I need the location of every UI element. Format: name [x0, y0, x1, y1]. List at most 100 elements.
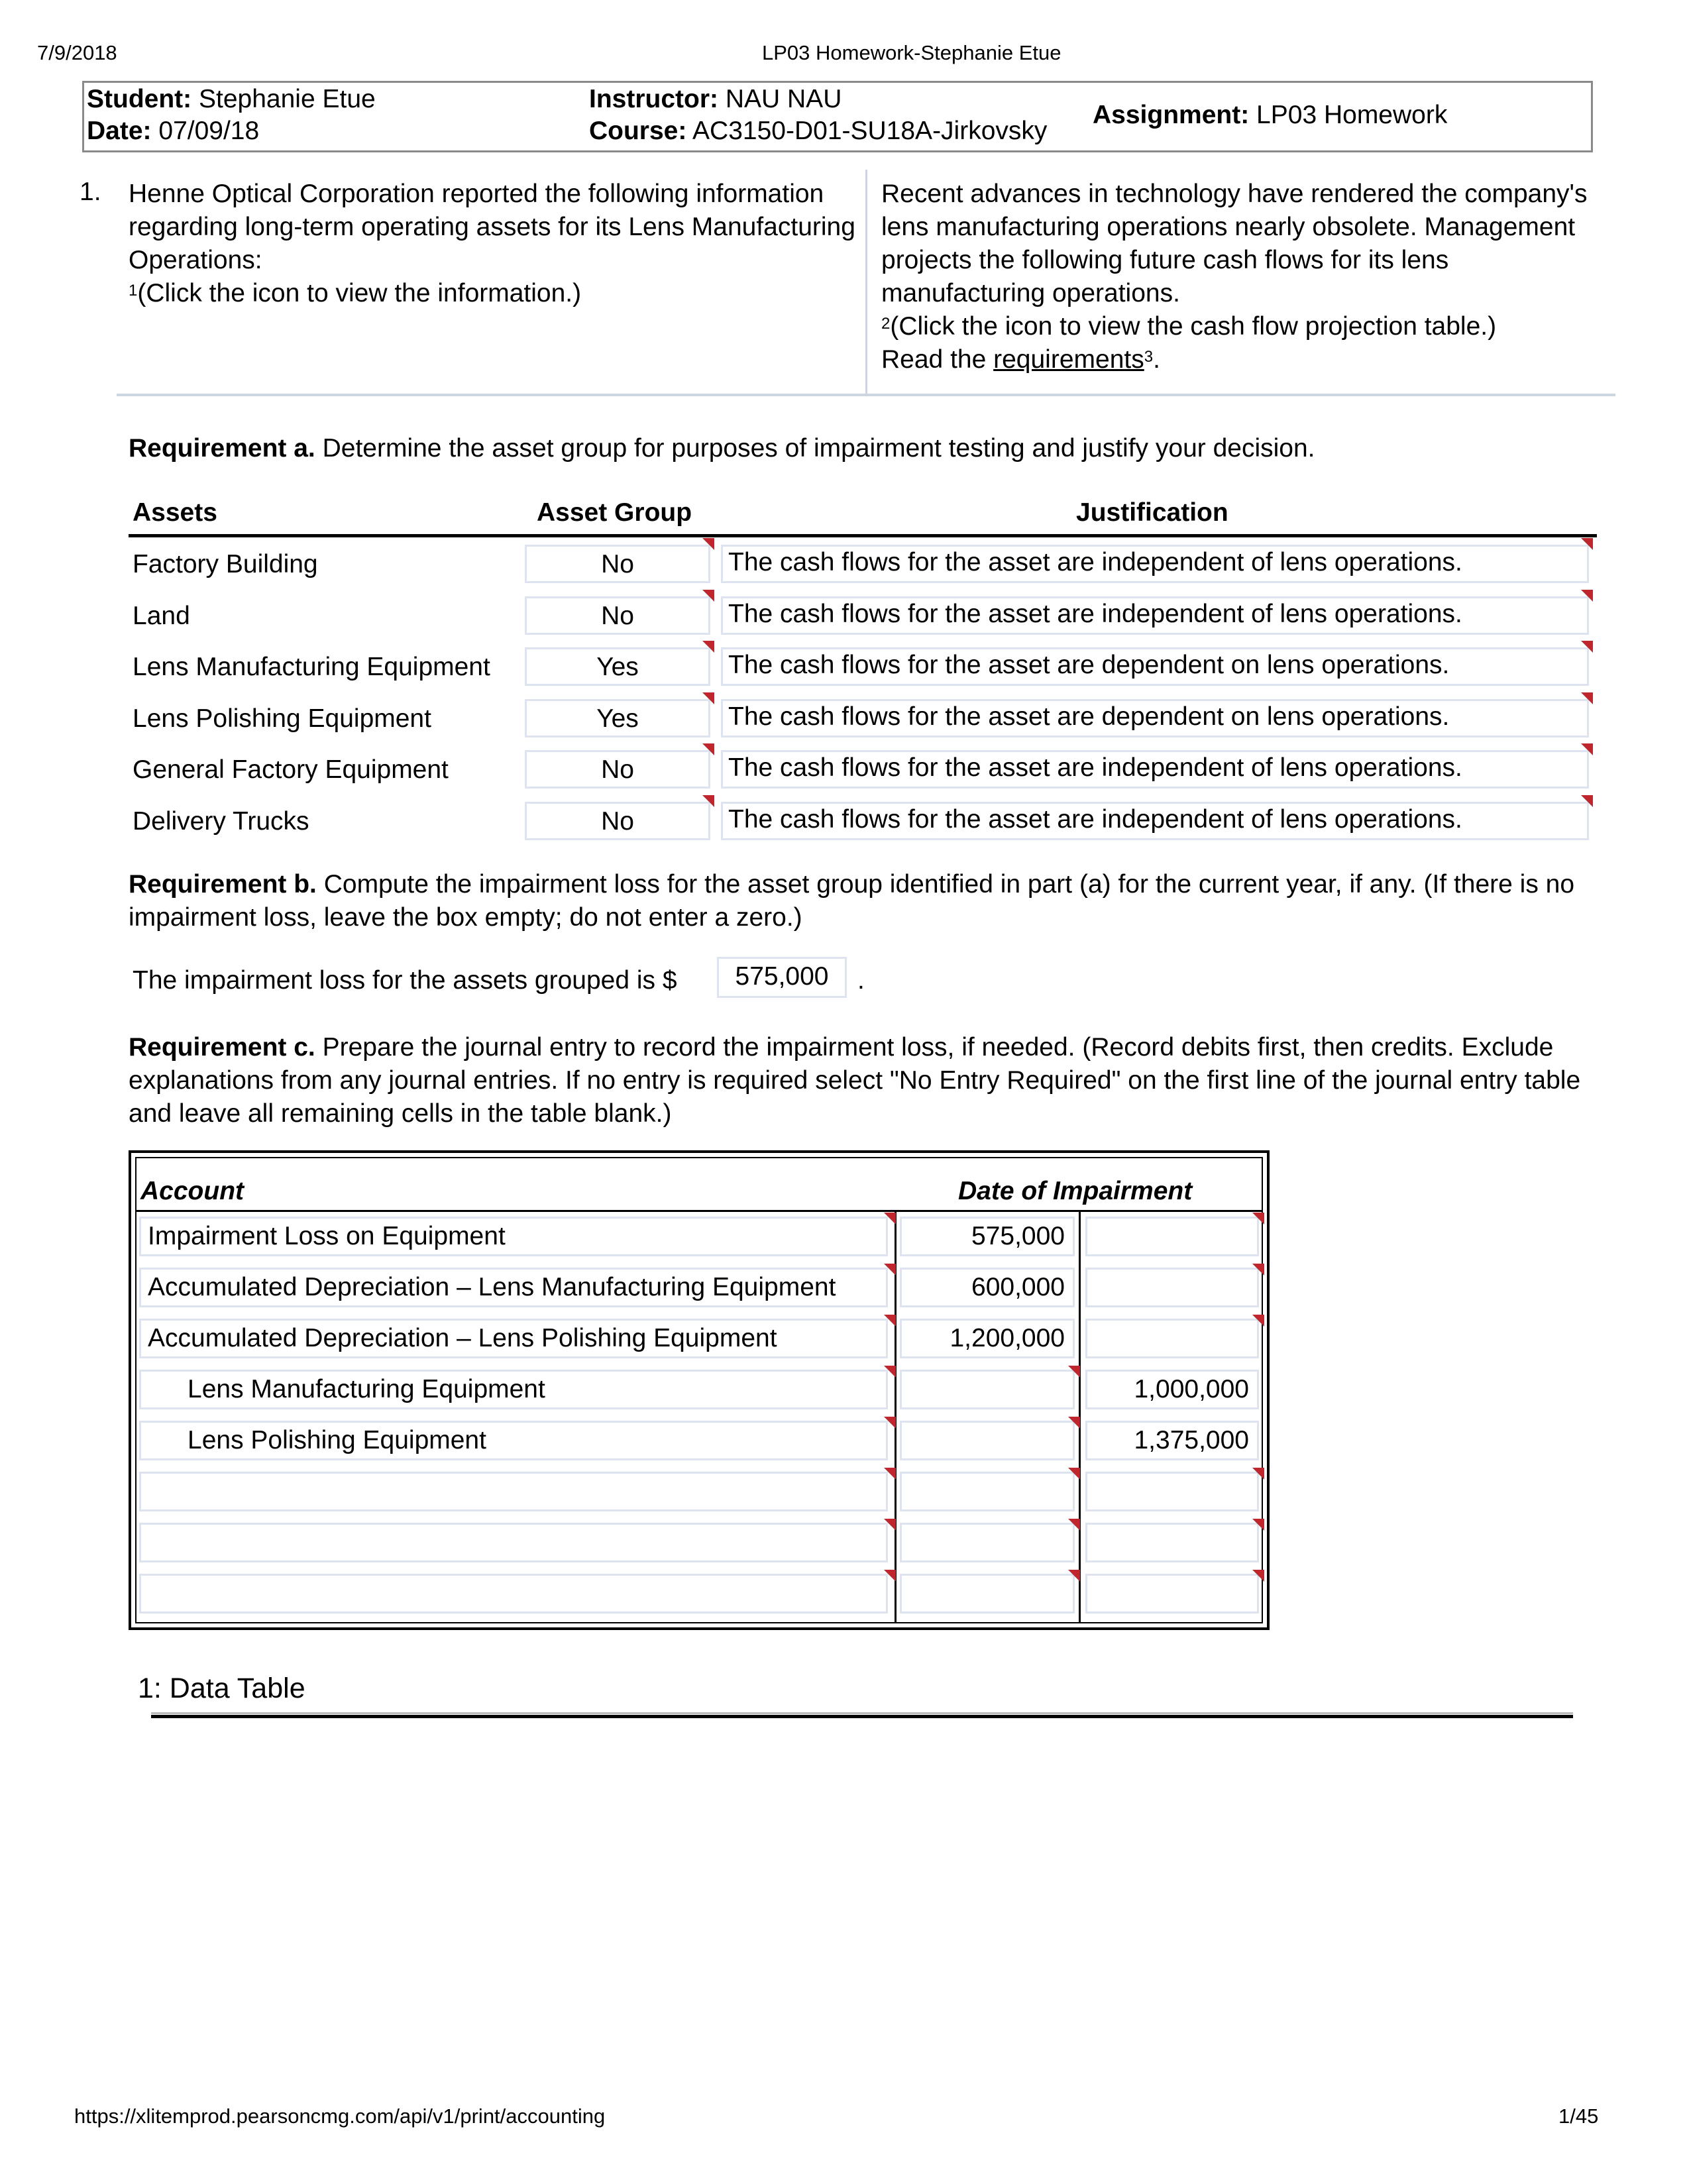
- debit-input[interactable]: [900, 1370, 1075, 1409]
- requirement-c-text: Requirement c. Prepare the journal entry…: [129, 1033, 1581, 1128]
- account-select[interactable]: Accumulated Depreciation – Lens Polishin…: [139, 1319, 888, 1358]
- question-left-text: Henne Optical Corporation reported the f…: [129, 180, 855, 307]
- assignment-date: 07/09/18: [158, 117, 260, 145]
- marker-icon: [1252, 1519, 1264, 1531]
- cash-flow-icon-link[interactable]: 2(Click the icon to view the cash flow p…: [881, 312, 1496, 341]
- justification-column-header: Justification: [1076, 498, 1228, 527]
- course-name: AC3150-D01-SU18A-Jirkovsky: [692, 117, 1048, 145]
- justification-select[interactable]: The cash flows for the asset are depende…: [721, 698, 1589, 737]
- page-number: 1/45: [1558, 2104, 1599, 2128]
- debit-input[interactable]: [900, 1523, 1075, 1562]
- marker-icon: [1068, 1519, 1080, 1531]
- requirement-b-text: Requirement b. Compute the impairment lo…: [129, 870, 1575, 932]
- section-divider: [117, 394, 1615, 396]
- debit-input[interactable]: 1,200,000: [900, 1319, 1075, 1358]
- asset-group-select[interactable]: No: [525, 750, 710, 789]
- impairment-loss-period: .: [857, 966, 865, 995]
- assignment-name: LP03 Homework: [1256, 101, 1448, 129]
- dropdown-marker-icon: [702, 538, 714, 550]
- account-select[interactable]: Lens Polishing Equipment: [139, 1421, 888, 1460]
- assignment-field: Assignment: LP03 Homework: [1093, 101, 1448, 129]
- dropdown-marker-icon: [1581, 692, 1593, 704]
- asset-name: Land: [133, 601, 190, 630]
- account-select[interactable]: Impairment Loss on Equipment: [139, 1217, 888, 1256]
- credit-input[interactable]: [1085, 1319, 1259, 1358]
- credit-input[interactable]: [1085, 1268, 1259, 1307]
- dropdown-marker-icon: [884, 1315, 896, 1327]
- course-field: Course: AC3150-D01-SU18A-Jirkovsky: [589, 117, 1048, 145]
- dropdown-marker-icon: [1581, 589, 1593, 602]
- marker-icon: [1252, 1315, 1264, 1327]
- dropdown-marker-icon: [884, 1417, 896, 1429]
- marker-icon: [1068, 1468, 1080, 1480]
- debit-input[interactable]: 575,000: [900, 1217, 1075, 1256]
- data-table-rule-shadow: [151, 1712, 1573, 1714]
- instructor-field: Instructor: NAU NAU: [589, 85, 842, 113]
- credit-input[interactable]: 1,000,000: [1085, 1370, 1259, 1409]
- dropdown-marker-icon: [884, 1264, 896, 1276]
- assets-column-header: Assets: [133, 498, 217, 527]
- justification-select[interactable]: The cash flows for the asset are depende…: [721, 647, 1589, 686]
- asset-group-column-header: Asset Group: [537, 498, 692, 527]
- requirement-a-text: Requirement a. Determine the asset group…: [129, 434, 1315, 463]
- dropdown-marker-icon: [702, 692, 714, 704]
- credit-input[interactable]: [1085, 1523, 1259, 1562]
- credit-input[interactable]: [1085, 1472, 1259, 1511]
- impairment-loss-input[interactable]: 575,000: [717, 957, 847, 998]
- student-name: Stephanie Etue: [198, 85, 376, 113]
- asset-name: Lens Manufacturing Equipment: [133, 653, 490, 681]
- student-info-box: Student: Stephanie Etue Date: 07/09/18 I…: [82, 81, 1593, 152]
- justification-select[interactable]: The cash flows for the asset are indepen…: [721, 596, 1589, 635]
- dropdown-marker-icon: [1581, 743, 1593, 755]
- asset-group-select[interactable]: No: [525, 801, 710, 840]
- dropdown-marker-icon: [1581, 641, 1593, 653]
- marker-icon: [1068, 1366, 1080, 1378]
- asset-name: Delivery Trucks: [133, 806, 309, 836]
- question-right-text: Recent advances in technology have rende…: [881, 180, 1588, 374]
- dropdown-marker-icon: [702, 641, 714, 653]
- impairment-loss-prompt: The impairment loss for the assets group…: [133, 966, 677, 995]
- header-rule: [129, 534, 1597, 537]
- question-divider: [865, 170, 867, 395]
- asset-group-select[interactable]: Yes: [525, 698, 710, 737]
- account-select[interactable]: Accumulated Depreciation – Lens Manufact…: [139, 1268, 888, 1307]
- marker-icon: [1252, 1213, 1264, 1225]
- print-date: 7/9/2018: [37, 41, 117, 64]
- dropdown-marker-icon: [884, 1213, 896, 1225]
- credit-input[interactable]: [1085, 1574, 1259, 1613]
- marker-icon: [1068, 1570, 1080, 1582]
- account-select[interactable]: Lens Manufacturing Equipment: [139, 1370, 888, 1409]
- dropdown-marker-icon: [884, 1468, 896, 1480]
- dropdown-marker-icon: [1581, 538, 1593, 550]
- dropdown-marker-icon: [702, 589, 714, 602]
- dropdown-marker-icon: [884, 1570, 896, 1582]
- footer-url: https://xlitemprod.pearsoncmg.com/api/v1…: [74, 2104, 606, 2128]
- date-field: Date: 07/09/18: [87, 117, 260, 145]
- marker-icon: [1252, 1468, 1264, 1480]
- debit-input[interactable]: [900, 1472, 1075, 1511]
- marker-icon: [1252, 1570, 1264, 1582]
- justification-select[interactable]: The cash flows for the asset are indepen…: [721, 750, 1589, 789]
- data-table-rule: [151, 1715, 1573, 1718]
- journal-header-rule: [135, 1210, 1263, 1212]
- justification-select[interactable]: The cash flows for the asset are indepen…: [721, 545, 1589, 583]
- justification-select[interactable]: The cash flows for the asset are indepen…: [721, 801, 1589, 840]
- marker-icon: [1252, 1264, 1264, 1276]
- requirements-link[interactable]: requirements: [993, 345, 1144, 374]
- dropdown-marker-icon: [1581, 794, 1593, 807]
- debit-input[interactable]: [900, 1421, 1075, 1460]
- debit-input[interactable]: [900, 1574, 1075, 1613]
- student-field: Student: Stephanie Etue: [87, 85, 376, 113]
- asset-group-select[interactable]: Yes: [525, 647, 710, 686]
- dropdown-marker-icon: [884, 1366, 896, 1378]
- credit-input[interactable]: 1,375,000: [1085, 1421, 1259, 1460]
- asset-group-select[interactable]: No: [525, 545, 710, 583]
- credit-input[interactable]: [1085, 1217, 1259, 1256]
- account-select[interactable]: [139, 1574, 888, 1613]
- dropdown-marker-icon: [702, 743, 714, 755]
- info-icon-link[interactable]: 1(Click the icon to view the information…: [129, 279, 581, 307]
- asset-group-select[interactable]: No: [525, 596, 710, 635]
- account-select[interactable]: [139, 1472, 888, 1511]
- debit-input[interactable]: 600,000: [900, 1268, 1075, 1307]
- account-select[interactable]: [139, 1523, 888, 1562]
